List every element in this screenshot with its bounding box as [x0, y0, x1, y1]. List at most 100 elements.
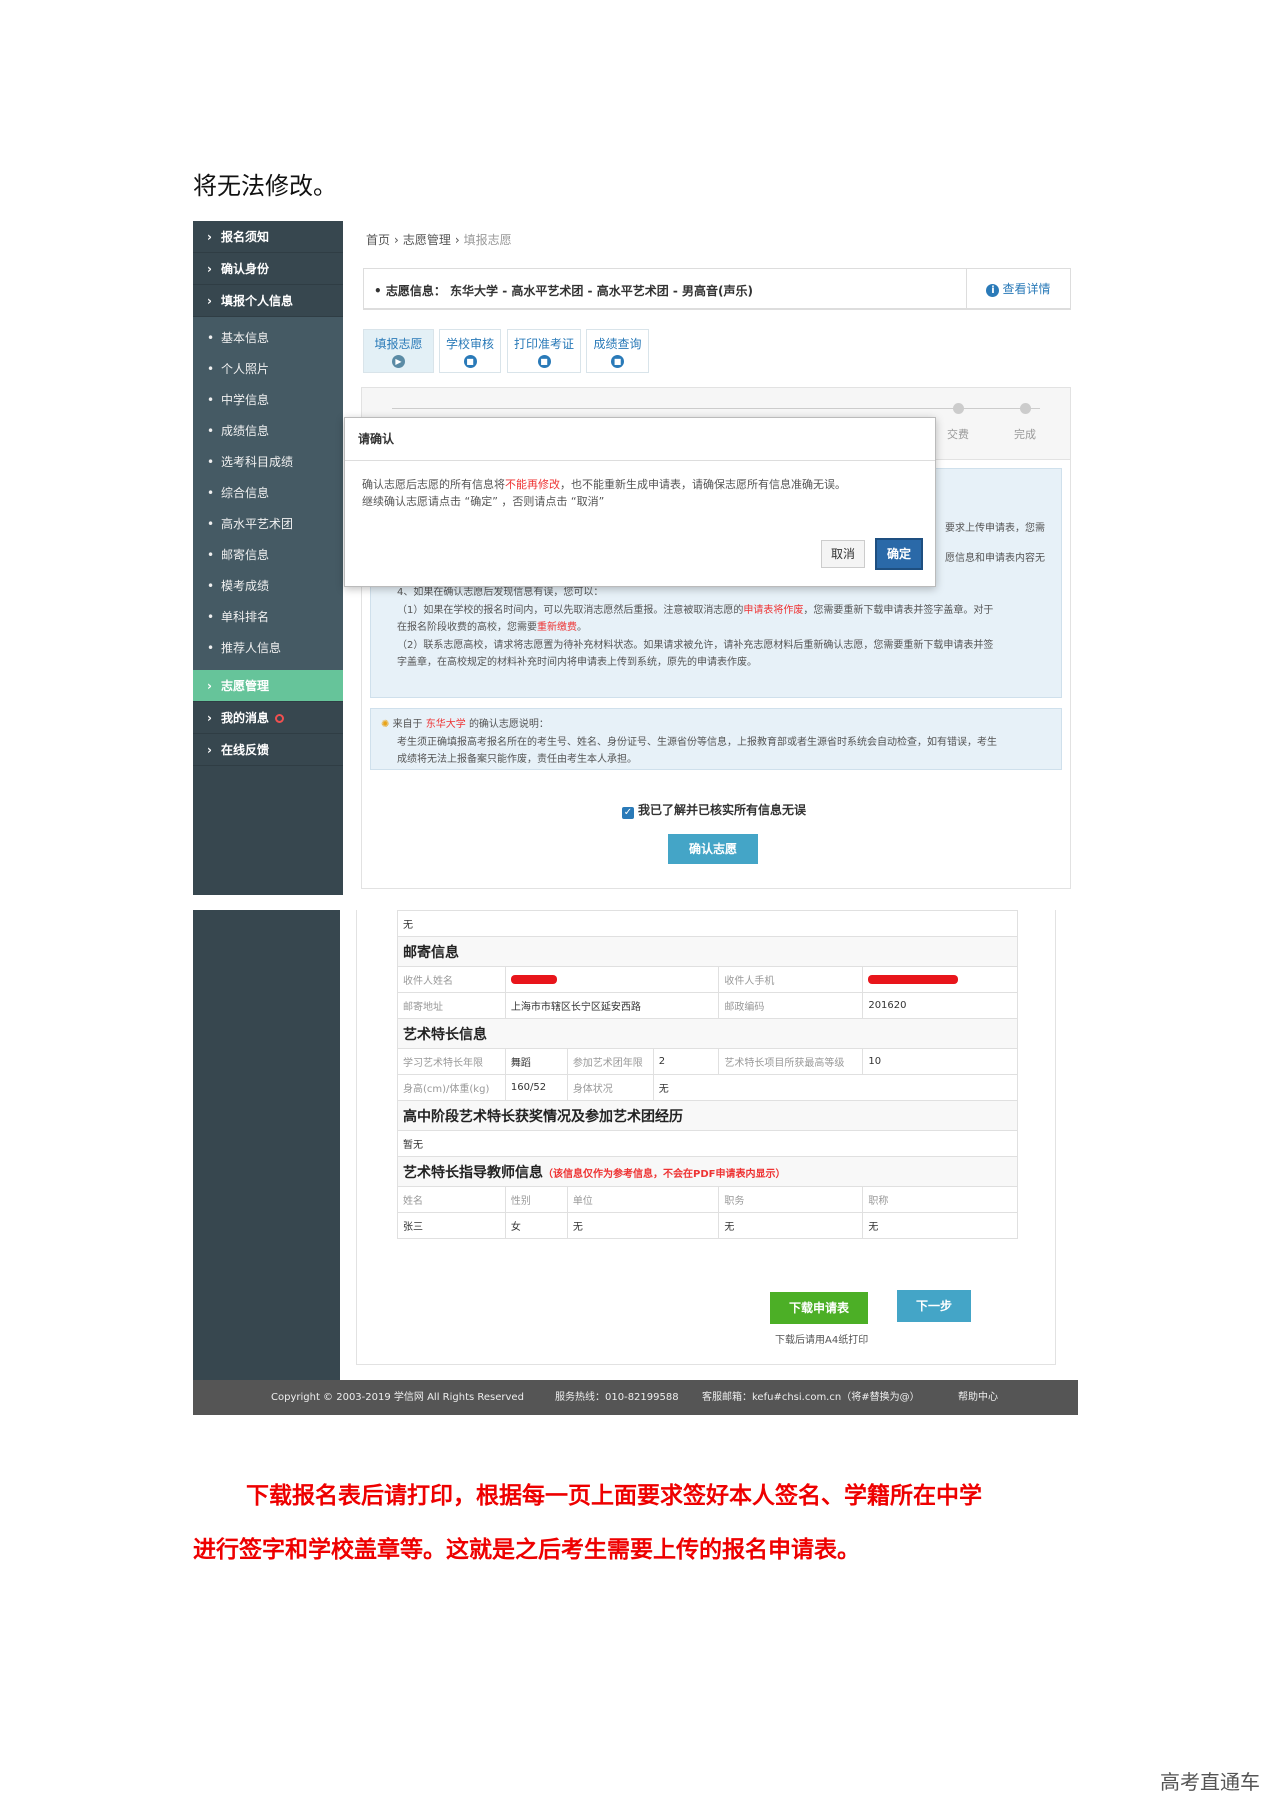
sidebar-item-personal-info[interactable]: › 填报个人信息: [193, 285, 343, 317]
footer-hotline: 服务热线：010-82199588: [555, 1392, 679, 1403]
table-row: 收件人姓名 收件人手机: [397, 966, 1018, 993]
sidebar-subitem-label: 邮寄信息: [221, 548, 270, 562]
breadcrumb-current: 填报志愿: [463, 233, 512, 247]
table-row: 邮寄信息: [397, 936, 1018, 967]
sidebar-subitem-basic[interactable]: • 基本信息: [193, 323, 343, 354]
progress-label-done: 完成: [1014, 428, 1036, 441]
table-row: 姓名 性别 单位 职务 职称: [397, 1186, 1018, 1213]
sidebar-subitem-label: 单科排名: [221, 610, 270, 624]
agree-checkbox-row[interactable]: ✓ 我已了解并已核实所有信息无误: [622, 801, 806, 819]
recipient-name-label: 收件人姓名: [397, 966, 506, 993]
notice-line: 要求上传申请表，您需: [945, 523, 1045, 534]
download-form-button[interactable]: 下载申请表: [770, 1292, 868, 1324]
breadcrumb-home[interactable]: 首页: [366, 233, 390, 247]
sidebar-subitem-grades[interactable]: • 成绩信息: [193, 416, 343, 447]
breadcrumb: 首页 › 志愿管理 › 填报志愿: [366, 231, 512, 248]
bullet-icon: •: [207, 579, 215, 593]
sidebar-subitem-mailing[interactable]: • 邮寄信息: [193, 540, 343, 571]
years-value: 舞蹈: [504, 1048, 568, 1075]
sidebar-item-messages[interactable]: › 我的消息: [193, 702, 343, 734]
award-section-title: 高中阶段艺术特长获奖情况及参加艺术团经历: [397, 1100, 1018, 1131]
notice-line: 愿信息和申请表内容无: [945, 553, 1045, 564]
sidebar-subitem-photo[interactable]: • 个人照片: [193, 354, 343, 385]
years-label: 学习艺术特长年限: [397, 1048, 506, 1075]
sidebar-item-identity[interactable]: › 确认身份: [193, 253, 343, 285]
footer-help-link[interactable]: 帮助中心: [958, 1380, 998, 1415]
sidebar-subitem-referee[interactable]: • 推荐人信息: [193, 633, 343, 664]
teacher-header-unit: 单位: [566, 1186, 720, 1213]
school-explanation: ✺ 来自于 东华大学 的确认志愿说明： 考生须正确填报高考报名所在的考生号、姓名…: [370, 708, 1062, 770]
sidebar-subitem-school[interactable]: • 中学信息: [193, 385, 343, 416]
health-value: 无: [652, 1074, 1019, 1101]
lightbulb-icon: ✺: [381, 719, 393, 730]
sidebar-subitem-general[interactable]: • 综合信息: [193, 478, 343, 509]
sidebar-subitem-ranking[interactable]: • 单科排名: [193, 602, 343, 633]
tab-fill-application[interactable]: 填报志愿 ▶: [363, 329, 434, 373]
mail-section-title: 邮寄信息: [397, 936, 1018, 967]
dialog-ok-button[interactable]: 确定: [875, 538, 923, 570]
teacher-section-note: （该信息仅作为参考信息，不会在PDF申请表内显示）: [543, 1168, 786, 1180]
sidebar-subitem-label: 成绩信息: [221, 424, 270, 438]
explain-title: ✺ 来自于 东华大学 的确认志愿说明：: [381, 715, 549, 730]
teacher-header-title: 职称: [862, 1186, 1018, 1213]
breadcrumb-separator: ›: [394, 233, 399, 247]
height-value: 160/52: [504, 1074, 568, 1101]
level-value: 10: [862, 1048, 1018, 1075]
sidebar-item-label: 确认身份: [221, 262, 270, 276]
table-row: 学习艺术特长年限 舞蹈 参加艺术团年限 2 艺术特长项目所获最高等级 10: [397, 1048, 1018, 1075]
table-row: 张三 女 无 无 无: [397, 1212, 1018, 1239]
notice-text: （1）如果在学校的报名时间内，可以先取消志愿然后重报。注意被取消志愿的: [397, 605, 744, 616]
application-info-bar: • 志愿信息： 东华大学 - 高水平艺术团 - 高水平艺术团 - 男高音(声乐)…: [363, 268, 1071, 310]
teacher-title: 无: [862, 1212, 1018, 1239]
notice-line: 字盖章，在高校规定的材料补充时间内将申请表上传到系统，原先的申请表作废。: [397, 657, 757, 668]
table-row: 邮寄地址 上海市市辖区长宁区延安西路 邮政编码 201620: [397, 992, 1018, 1019]
bullet-icon: •: [207, 393, 215, 407]
next-step-button[interactable]: 下一步: [897, 1290, 971, 1322]
progress-node: [1020, 403, 1031, 414]
sidebar-subitem-art-troupe[interactable]: • 高水平艺术团: [193, 509, 343, 540]
explain-school: 东华大学: [425, 719, 466, 730]
dialog-body: 确认志愿后志愿的所有信息将不能再修改，也不能重新生成申请表，请确保志愿所有信息准…: [362, 476, 846, 510]
teacher-unit: 无: [566, 1212, 720, 1239]
lead-text: 将无法修改。: [193, 172, 337, 200]
postcode-label: 邮政编码: [718, 992, 864, 1019]
explain-suffix: 的确认志愿说明：: [468, 719, 549, 730]
print-tip: 下载后请用A4纸打印: [775, 1335, 869, 1346]
application-form-screenshot: 无 邮寄信息 收件人姓名 收件人手机 邮寄地址 上海市市辖区长宁区延安西路 邮政…: [193, 910, 1078, 1415]
dialog-cancel-button[interactable]: 取消: [821, 540, 865, 568]
recipient-name-value: [504, 966, 720, 993]
view-detail-link[interactable]: i 查看详情: [966, 269, 1070, 309]
tab-school-review[interactable]: 学校审核 ■: [439, 329, 501, 373]
footer-email: 客服邮箱：kefu#chsi.com.cn（将#替换为@）: [702, 1392, 920, 1403]
sidebar-subitem-label: 综合信息: [221, 486, 270, 500]
award-value: 暂无: [397, 1130, 1018, 1157]
redaction-mark: [868, 974, 959, 984]
table-row: 高中阶段艺术特长获奖情况及参加艺术团经历: [397, 1100, 1018, 1131]
bullet-icon: •: [207, 610, 215, 624]
site-footer: Copyright © 2003-2019 学信网 All Rights Res…: [193, 1380, 1078, 1415]
progress-node: [953, 403, 964, 414]
tab-score-query[interactable]: 成绩查询 ■: [586, 329, 649, 373]
tab-label: 填报志愿: [374, 337, 423, 351]
sidebar-item-feedback[interactable]: › 在线反馈: [193, 734, 343, 766]
sidebar-item-notice[interactable]: › 报名须知: [193, 221, 343, 253]
confirm-application-button[interactable]: 确认志愿: [668, 834, 758, 864]
sidebar-subitem-elective[interactable]: • 选考科目成绩: [193, 447, 343, 478]
breadcrumb-manage[interactable]: 志愿管理: [403, 233, 451, 247]
chevron-right-icon: ›: [207, 262, 212, 276]
sidebar-subitem-mock[interactable]: • 模考成绩: [193, 571, 343, 602]
recipient-phone-label: 收件人手机: [718, 966, 864, 993]
tab-print-admission[interactable]: 打印准考证 ■: [507, 329, 581, 373]
checkbox-checked-icon[interactable]: ✓: [622, 807, 634, 819]
top-value: 无: [397, 910, 1018, 937]
sidebar-subitem-label: 推荐人信息: [221, 641, 282, 655]
instruction-line-2: 进行签字和学校盖章等。这就是之后考生需要上传的报名申请表。: [193, 1536, 860, 1563]
dialog-line: 确认志愿后志愿的所有信息将不能再修改，也不能重新生成申请表，请确保志愿所有信息准…: [362, 476, 846, 493]
sidebar-item-label: 志愿管理: [221, 679, 270, 693]
application-info-table: 无 邮寄信息 收件人姓名 收件人手机 邮寄地址 上海市市辖区长宁区延安西路 邮政…: [397, 910, 1019, 1239]
view-detail-label: 查看详情: [1002, 282, 1051, 296]
bullet-icon: •: [207, 517, 215, 531]
bullet-icon: •: [207, 486, 215, 500]
sidebar-item-application[interactable]: › 志愿管理: [193, 670, 343, 702]
progress-line: [392, 408, 1040, 409]
